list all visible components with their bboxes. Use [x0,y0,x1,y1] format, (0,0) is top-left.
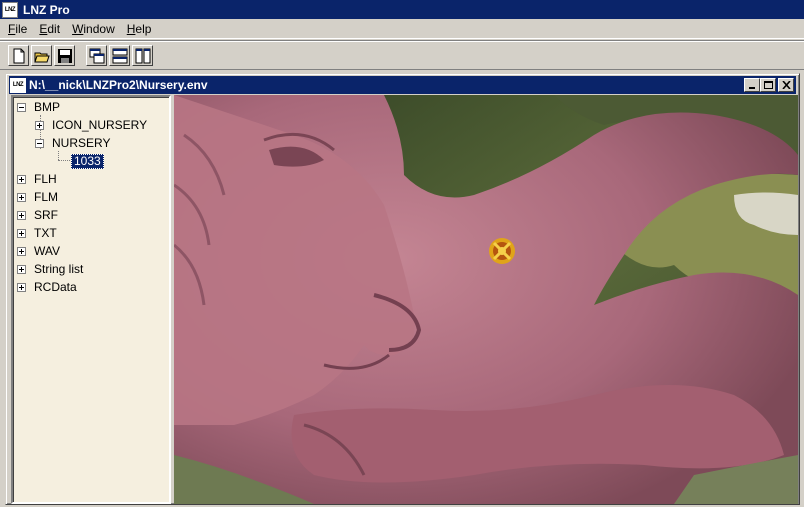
document-window: LNZ N:\__nick\LNZPro2\Nursery.env BMP IC… [5,73,800,505]
app-title: LNZ Pro [23,2,70,17]
tree-item-icon-nursery[interactable]: ICON_NURSERY [35,116,147,134]
tree-item-label: ICON_NURSERY [52,118,148,132]
menu-help[interactable]: Help [121,20,158,38]
menu-window-accel: W [72,21,84,36]
cascade-windows-icon [89,48,105,64]
tree-item-nursery[interactable]: NURSERY [35,134,110,152]
tree-item-label: BMP [34,100,61,114]
menu-edit-label: dit [47,21,61,36]
menu-help-label: elp [135,21,152,36]
lion-sculpture-image [174,95,798,504]
collapse-icon[interactable] [35,138,44,148]
maximize-icon [764,81,773,89]
menu-bar: File Edit Window Help [0,19,804,39]
minimize-button[interactable] [744,78,760,92]
tree-item-label: TXT [34,226,57,240]
ornament-badge [489,238,515,264]
app-titlebar[interactable]: LNZ LNZ Pro [0,0,804,19]
tree-item-label: String list [34,262,84,276]
tree-connector [58,160,70,161]
tree-item-flh[interactable]: FLH [17,170,57,188]
open-button[interactable] [31,45,52,66]
open-folder-icon [34,52,50,63]
tree-item-rcdata[interactable]: RCData [17,278,77,296]
tree-item-label: NURSERY [52,136,111,150]
tree-item-label: RCData [34,280,77,294]
tree-item-wav[interactable]: WAV [17,242,60,260]
tile-horizontal-icon [112,48,128,64]
expand-icon[interactable] [17,228,26,238]
tree-item-string-list[interactable]: String list [17,260,83,278]
tree-item-label: WAV [34,244,60,258]
tile-vertical-button[interactable] [132,45,153,66]
window-controls [744,78,794,92]
expand-icon[interactable] [17,192,26,202]
expand-icon[interactable] [17,174,26,184]
close-button[interactable] [778,78,794,92]
expand-icon[interactable] [17,282,26,292]
collapse-icon[interactable] [17,102,26,112]
minimize-icon [749,87,755,89]
menu-window[interactable]: Window [66,20,121,38]
tree-item-flm[interactable]: FLM [17,188,58,206]
save-icon [58,49,72,63]
new-file-icon [13,48,25,64]
tree-item-label: FLM [34,190,58,204]
tile-vertical-icon [135,48,151,64]
maximize-button[interactable] [760,78,776,92]
cascade-button[interactable] [86,45,107,66]
tile-horizontal-button[interactable] [109,45,130,66]
tree-item-bmp[interactable]: BMP [17,98,60,116]
bitmap-preview[interactable] [174,95,798,504]
expand-icon[interactable] [17,246,26,256]
menu-file-label: ile [15,21,28,36]
expand-icon[interactable] [35,120,44,130]
document-titlebar[interactable]: LNZ N:\__nick\LNZPro2\Nursery.env [9,76,796,94]
close-icon [782,81,791,89]
app-logo-icon: LNZ [2,1,18,18]
tree-item-label-selected: 1033 [71,153,104,169]
tree-item-label: FLH [34,172,57,186]
menu-file[interactable]: File [2,20,33,38]
document-title: N:\__nick\LNZPro2\Nursery.env [29,78,208,92]
save-button[interactable] [54,45,75,66]
menu-edit[interactable]: Edit [33,20,66,38]
expand-icon[interactable] [17,264,26,274]
tree-item-txt[interactable]: TXT [17,224,57,242]
tree-item-srf[interactable]: SRF [17,206,58,224]
menu-window-label: indow [83,21,115,36]
document-logo-icon: LNZ [10,77,26,93]
toolbar [0,40,804,70]
tree-item-1033[interactable]: 1033 [71,152,104,170]
new-file-button[interactable] [8,45,29,66]
tree-connector [58,151,59,160]
resource-tree[interactable]: BMP ICON_NURSERY NURSERY 1033 FLH FLM SR… [11,95,171,504]
tree-item-label: SRF [34,208,58,222]
expand-icon[interactable] [17,210,26,220]
